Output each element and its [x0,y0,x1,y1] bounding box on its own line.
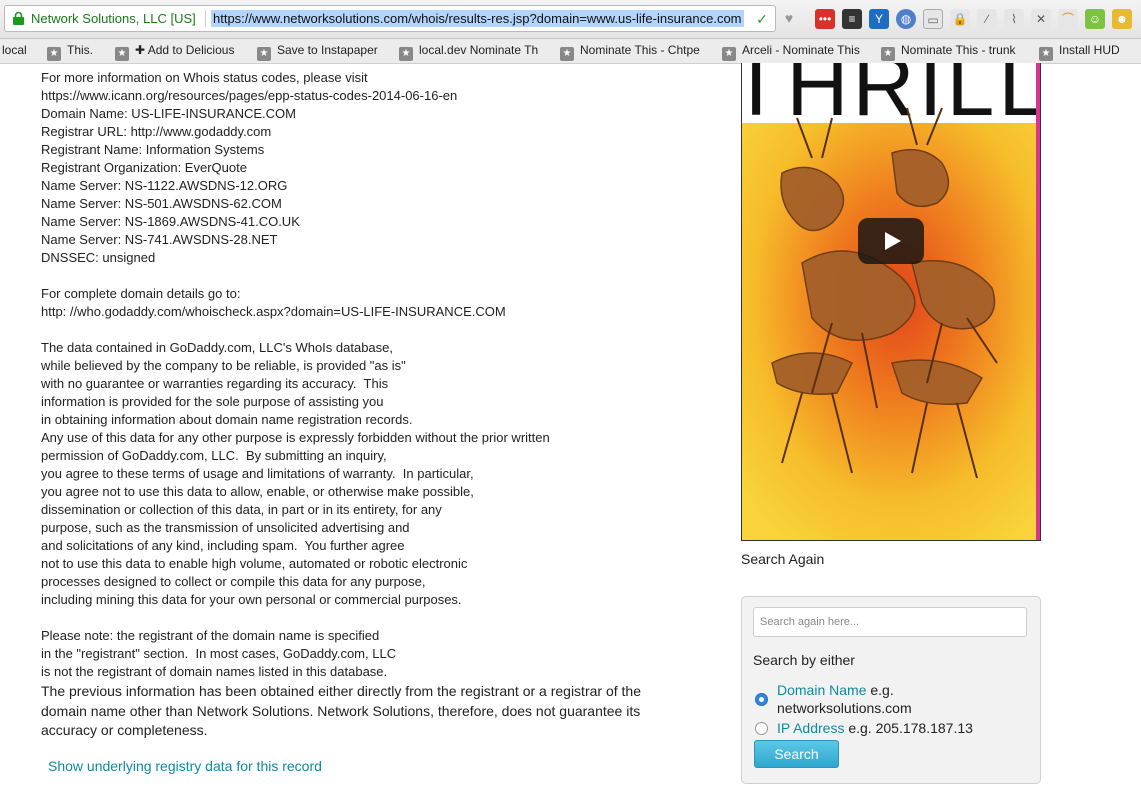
extension-buffer-icon[interactable]: ≡ [842,9,862,29]
url-text[interactable]: https://www.networksolutions.com/whois/r… [211,10,744,27]
whois-line: permission of GoDaddy.com, LLC. By submi… [41,448,387,463]
bookmark-local[interactable]: local [2,43,27,57]
bookmark-local-dev[interactable]: ★ local.dev Nominate Th [399,43,538,61]
search-button[interactable]: Search [754,740,839,768]
bookmark-label: This. [67,43,94,57]
whois-line: Domain Name: US-LIFE-INSURANCE.COM [41,106,296,121]
domain-name-radio[interactable] [755,693,768,706]
bookmark-label: Nominate This - trunk [901,43,1016,57]
play-button[interactable] [858,218,924,264]
bookmark-label: local.dev Nominate Th [419,43,539,57]
ip-address-option-label: IP Address [777,720,845,736]
bookmark-install-hud[interactable]: ★ Install HUD [1039,43,1120,61]
heart-icon[interactable]: ♥ [780,9,798,27]
ip-address-option[interactable]: IP Address e.g. 205.178.187.13 [777,719,1027,737]
bookmark-icon: ★ [47,47,61,61]
ip-address-example: e.g. 205.178.187.13 [848,720,973,736]
whois-line: you agree not to use this data to allow,… [41,484,474,499]
whois-line: and solicitations of any kind, including… [41,538,405,553]
whois-line: not to use this data to enable high volu… [41,556,468,571]
whois-line: Any use of this data for any other purpo… [41,430,550,445]
whois-line: Registrant Organization: EverQuote [41,160,247,175]
whois-line: For more information on Whois status cod… [41,70,368,85]
cast-icon[interactable]: ▭ [923,9,943,29]
domain-name-option-label: Domain Name [777,682,867,698]
browser-toolbar: Network Solutions, LLC [US] https://www.… [0,0,1141,39]
bookmark-label: local [2,43,27,57]
whois-line: information is provided for the sole pur… [41,394,384,409]
whois-line: https://www.icann.org/resources/pages/ep… [41,88,458,103]
eyedropper-icon[interactable]: ⁄ [977,9,997,29]
search-again-panel: Search by either Domain Name e.g. networ… [741,596,1041,784]
video-advertisement[interactable]: THRILL [741,63,1041,541]
extension-blocker-icon[interactable]: ✕ [1031,9,1051,29]
bookmark-label: Arceli - Nominate This [742,43,860,57]
bookmark-icon: ★ [560,47,574,61]
whois-line: Name Server: NS-1122.AWSDNS-12.ORG [41,178,288,193]
extension-lock-icon[interactable]: 🔒 [950,9,970,29]
bookmark-icon: ★ [399,47,413,61]
whois-line: processes designed to collect or compile… [41,574,426,589]
extension-lastpass-icon[interactable]: ••• [815,9,835,29]
whois-line: Registrant Name: Information Systems [41,142,265,157]
bookmark-label: Install HUD [1059,43,1120,57]
site-identity: Network Solutions, LLC [US] [31,11,196,26]
whois-line: is not the registrant of domain names li… [41,664,388,679]
address-divider [205,10,206,27]
whois-line: including mining this data for your own … [41,592,462,607]
whois-line: Please note: the registrant of the domai… [41,628,380,643]
whois-line: Registrar URL: http://www.godaddy.com [41,124,272,139]
whois-line: http: //who.godaddy.com/whoischeck.aspx?… [41,304,506,319]
whois-line: Name Server: NS-501.AWSDNS-62.COM [41,196,282,211]
lock-icon [13,12,24,25]
ad-headline: THRILL [742,63,1041,134]
bookmark-icon: ★ [1039,47,1053,61]
whois-line: you agree to these terms of usage and li… [41,466,474,481]
whois-record: For more information on Whois status cod… [41,69,681,681]
bookmark-delicious[interactable]: ★ ✚ Add to Delicious [115,43,234,61]
whois-line: dissemination or collection of this data… [41,502,442,517]
bookmark-arceli[interactable]: ★ Arceli - Nominate This [722,43,860,61]
whois-line: with no guarantee or warranties regardin… [41,376,389,391]
extension-face-icon[interactable]: ☺ [1085,9,1105,29]
bookmark-label: ✚ Add to Delicious [135,43,235,57]
whois-line: while believed by the company to be reli… [41,358,406,373]
bookmark-label: Nominate This - Chtpe [580,43,700,57]
bookmark-icon: ★ [881,47,895,61]
whois-line: Name Server: NS-1869.AWSDNS-41.CO.UK [41,214,300,229]
bookmark-icon: ★ [257,47,271,61]
whois-line: in obtaining information about domain na… [41,412,413,427]
search-again-input[interactable] [753,607,1027,637]
bookmark-this[interactable]: ★ This. [47,43,93,61]
accuracy-disclaimer: The previous information has been obtain… [41,683,641,738]
underlying-registry-link[interactable]: Show underlying registry data for this r… [48,758,322,774]
address-bar[interactable]: Network Solutions, LLC [US] https://www.… [4,5,776,32]
bookmark-chtpe[interactable]: ★ Nominate This - Chtpe [560,43,700,61]
bookmark-trunk[interactable]: ★ Nominate This - trunk [881,43,1016,61]
bookmark-icon: ★ [115,47,129,61]
bookmarks-bar: local ★ This. ★ ✚ Add to Delicious ★ Save t… [0,39,1141,64]
ip-address-radio[interactable] [755,722,768,735]
domain-name-option[interactable]: Domain Name e.g. networksolutions.com [777,681,1017,717]
whois-line: DNSSEC: unsigned [41,250,156,265]
extension-globe-icon[interactable]: ◍ [896,9,916,29]
extension-rainbow-icon[interactable]: ⌒ [1058,9,1078,29]
extension-character-icon[interactable]: ☻ [1112,9,1132,29]
whois-line: purpose, such as the transmission of uns… [41,520,410,535]
whois-line: For complete domain details go to: [41,286,241,301]
bookmark-label: Save to Instapaper [277,43,378,57]
bookmark-instapaper[interactable]: ★ Save to Instapaper [257,43,378,61]
extension-y-icon[interactable]: Y [869,9,889,29]
whois-line: The data contained in GoDaddy.com, LLC's… [41,340,393,355]
whois-line: in the "registrant" section. In most cas… [41,646,397,661]
checkmark-icon[interactable]: ✓ [753,10,771,28]
search-by-label: Search by either [753,652,855,668]
extension-map-icon[interactable]: ⌇ [1004,9,1024,29]
search-again-heading: Search Again [741,551,825,567]
ad-artwork: THRILL [742,63,1041,540]
bookmark-icon: ★ [722,47,736,61]
whois-line: Name Server: NS-741.AWSDNS-28.NET [41,232,278,247]
